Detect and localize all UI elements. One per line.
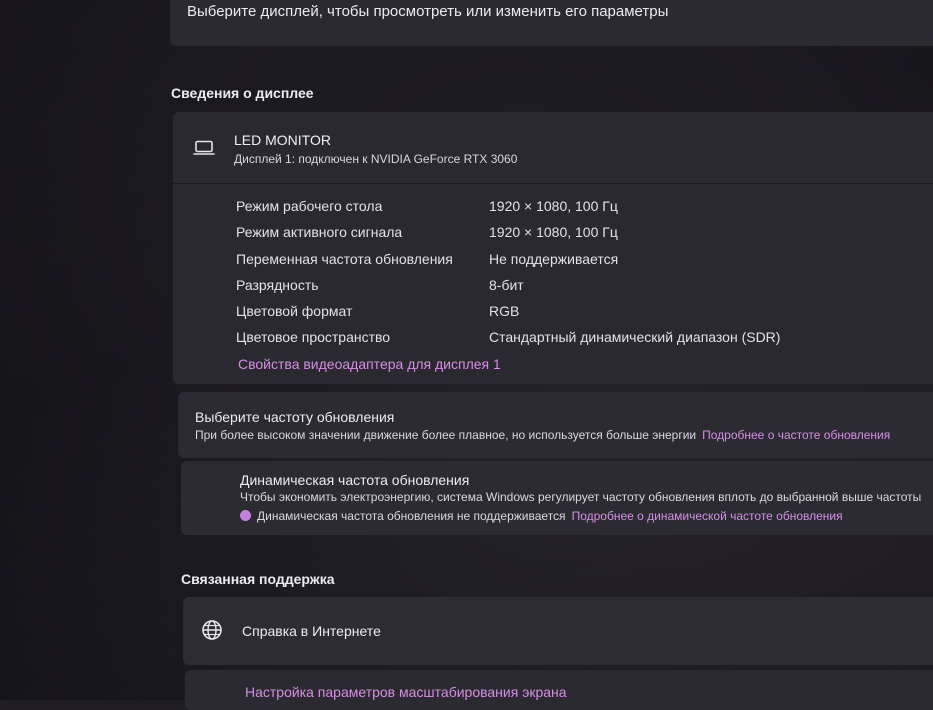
- adapter-properties-link[interactable]: Свойства видеоадаптера для дисплея 1: [238, 356, 501, 372]
- display-info-section-title: Сведения о дисплее: [171, 85, 314, 101]
- dynamic-refresh-warning-row: Динамическая частота обновления не подде…: [240, 509, 843, 523]
- prop-value-active-signal: 1920 × 1080, 100 Гц: [489, 224, 618, 240]
- prop-value-desktop-mode: 1920 × 1080, 100 Гц: [489, 198, 618, 214]
- prop-value-bit-depth: 8-бит: [489, 277, 524, 293]
- dynamic-refresh-title: Динамическая частота обновления: [240, 472, 470, 488]
- refresh-rate-learn-more-link[interactable]: Подробнее о частоте обновления: [702, 428, 890, 442]
- scaling-settings-link[interactable]: Настройка параметров масштабирования экр…: [245, 684, 567, 700]
- related-support-section-title: Связанная поддержка: [181, 571, 335, 587]
- globe-icon: [201, 619, 223, 646]
- prop-label-active-signal: Режим активного сигнала: [236, 224, 403, 240]
- display-select-prompt: Выберите дисплей, чтобы просмотреть или …: [187, 3, 669, 20]
- online-help-item[interactable]: Справка в Интернете: [183, 597, 933, 665]
- prop-label-color-format: Цветовой формат: [236, 303, 353, 319]
- prop-label-desktop-mode: Режим рабочего стола: [236, 198, 383, 214]
- refresh-rate-description-row: При более высоком значении движение боле…: [195, 428, 890, 442]
- prop-value-vrr: Не поддерживается: [489, 251, 619, 267]
- dynamic-refresh-card: Динамическая частота обновления Чтобы эк…: [181, 461, 933, 535]
- monitor-name: LED MONITOR: [234, 132, 331, 148]
- scaling-settings-card: Настройка параметров масштабирования экр…: [185, 670, 933, 710]
- prop-value-color-space: Стандартный динамический диапазон (SDR): [489, 329, 781, 345]
- monitor-subtitle: Дисплей 1: подключен к NVIDIA GeForce RT…: [234, 152, 518, 166]
- dynamic-refresh-description: Чтобы экономить электроэнергию, система …: [240, 490, 922, 504]
- prop-label-vrr: Переменная частота обновления: [236, 251, 453, 267]
- dynamic-refresh-warning: Динамическая частота обновления не подде…: [257, 509, 566, 523]
- display-info-card: LED MONITOR Дисплей 1: подключен к NVIDI…: [173, 112, 933, 384]
- prop-label-bit-depth: Разрядность: [236, 277, 319, 293]
- dynamic-refresh-learn-more-link[interactable]: Подробнее о динамической частоте обновле…: [572, 509, 843, 523]
- prop-label-color-space: Цветовое пространство: [236, 329, 391, 345]
- online-help-label: Справка в Интернете: [242, 623, 381, 639]
- display-info-header[interactable]: LED MONITOR Дисплей 1: подключен к NVIDI…: [173, 112, 933, 184]
- refresh-rate-title: Выберите частоту обновления: [195, 409, 395, 425]
- refresh-rate-card: Выберите частоту обновления При более вы…: [178, 392, 933, 458]
- refresh-rate-description: При более высоком значении движение боле…: [195, 428, 697, 442]
- info-dot-icon: [240, 510, 251, 521]
- prop-value-color-format: RGB: [489, 303, 520, 319]
- display-select-card[interactable]: Выберите дисплей, чтобы просмотреть или …: [170, 0, 933, 46]
- laptop-icon: [193, 140, 215, 161]
